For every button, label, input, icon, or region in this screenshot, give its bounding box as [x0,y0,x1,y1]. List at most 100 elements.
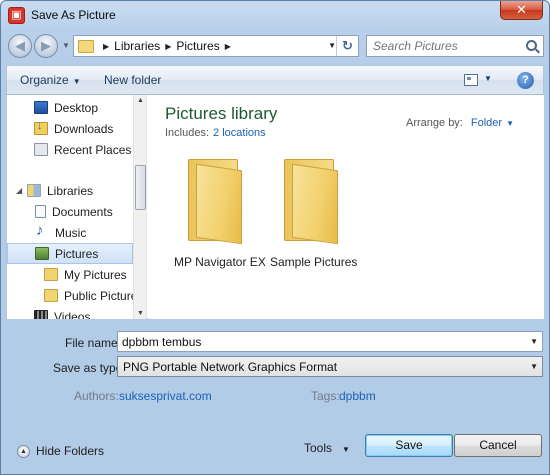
folder-name: MP Navigator EX [174,255,266,269]
libraries-icon [27,184,41,197]
sidebar-item-label: Documents [52,204,113,219]
file-name-input[interactable] [122,334,522,349]
chevron-right-icon[interactable]: ▶ [225,42,231,51]
address-bar[interactable]: ▶ Libraries ▶ Pictures ▶ ▼ ↻ [73,35,359,57]
authors-label: Authors: [74,389,119,403]
sidebar-item-music[interactable]: Music [7,222,133,243]
includes-label: Includes: [165,127,210,139]
desktop-icon [34,101,48,114]
tools-button[interactable]: Tools ▼ [304,441,350,455]
sidebar-item-label: Videos [54,309,91,320]
sidebar-item-downloads[interactable]: Downloads [7,118,133,139]
save-as-type-value: PNG Portable Network Graphics Format [123,360,338,374]
sidebar-item-desktop[interactable]: Desktop [7,97,133,118]
sidebar-item-videos[interactable]: Videos [7,306,133,319]
folder-icon [44,289,58,302]
view-options-dropdown[interactable]: ▼ [484,74,492,83]
sidebar-item-label: Desktop [54,100,99,115]
recent-pages-dropdown[interactable]: ▼ [62,41,70,50]
forward-button[interactable]: ▶ [34,34,58,58]
organize-button[interactable]: Organize ▼ [20,73,81,87]
documents-icon [35,205,46,218]
sidebar-item-label: Pictures [55,246,99,261]
library-includes: Includes: 2 locations [165,127,266,139]
back-button[interactable]: ◀ [8,34,32,58]
collapse-icon[interactable]: ◢ [16,186,24,195]
folder-name: Sample Pictures [270,255,358,269]
downloads-icon [34,120,48,135]
folder-icon [44,268,58,281]
chevron-up-icon: ▲ [17,444,30,458]
organize-label: Organize [20,73,69,87]
chevron-down-icon: ▼ [72,77,81,86]
file-name-field[interactable]: ▼ [117,331,543,352]
hide-folders-label: Hide Folders [36,444,105,458]
search-box[interactable] [366,35,544,57]
folder-icon [78,39,94,53]
folder-icon [188,159,248,245]
chevron-right-icon[interactable]: ▶ [165,42,171,51]
tools-label: Tools [304,441,333,455]
save-as-dialog: ▣ Save As Picture ✕ ◀ ▶ ▼ ▶ Libraries ▶ … [0,0,550,475]
save-as-type-label: Save as type: [53,361,126,375]
chevron-down-icon[interactable]: ▼ [530,362,538,371]
close-button[interactable]: ✕ [500,1,543,20]
sidebar-item-label: Downloads [54,121,114,136]
search-icon[interactable] [526,40,537,51]
sidebar-item-public-pictures[interactable]: Public Pictures [7,285,143,306]
arrange-label: Arrange by: [406,117,463,129]
pictures-icon [35,247,49,260]
sidebar-item-documents[interactable]: Documents [7,201,133,222]
sidebar-item-libraries[interactable]: ◢ Libraries [7,180,133,201]
authors-value[interactable]: suksesprivat.com [119,389,212,403]
address-history-dropdown[interactable]: ▼ [328,41,336,50]
sidebar-item-label: Libraries [47,183,94,198]
scroll-down-icon[interactable]: ▼ [137,310,144,317]
sidebar-item-my-pictures[interactable]: My Pictures [7,264,133,285]
file-name-label: File name: [65,336,122,350]
breadcrumb-libraries[interactable]: Libraries [114,39,160,53]
navigation-pane[interactable]: Desktop Downloads Recent Places ◢ Librar… [7,95,147,319]
save-button[interactable]: Save [365,434,453,457]
sidebar-item-label: My Pictures [64,267,127,282]
hide-folders-button[interactable]: ▲ Hide Folders [17,444,104,458]
new-folder-button[interactable]: New folder [104,73,161,87]
folder-icon [284,159,344,245]
change-view-icon[interactable] [464,74,478,86]
save-as-type-select[interactable]: PNG Portable Network Graphics Format ▼ [117,356,543,377]
chevron-down-icon[interactable]: ▼ [506,119,514,128]
breadcrumb-pictures[interactable]: Pictures [176,39,219,53]
search-input[interactable] [373,38,518,54]
tags-value[interactable]: dpbbm [339,389,376,403]
music-icon [35,222,49,239]
folder-tile[interactable]: Sample Pictures [270,153,366,273]
library-title: Pictures library [165,104,278,123]
sidebar-item-label: Public Pictures [64,288,144,303]
arrange-by-dropdown[interactable]: Folder [471,117,502,129]
folder-tile[interactable]: MP Navigator EX [174,153,270,273]
refresh-button[interactable]: ↻ [336,36,358,56]
sidebar-item-label: Recent Places [54,142,132,157]
cancel-button[interactable]: Cancel [454,434,542,457]
browser-content: Desktop Downloads Recent Places ◢ Librar… [6,95,544,319]
sidebar-item-recent-places[interactable]: Recent Places [7,139,133,160]
arrange-by: Arrange by: Folder ▼ [406,117,514,129]
sidebar-item-pictures[interactable]: Pictures [7,243,133,264]
scroll-up-icon[interactable]: ▲ [137,97,144,104]
chevron-down-icon[interactable]: ▼ [530,337,538,346]
chevron-down-icon: ▼ [342,445,350,454]
command-toolbar: Organize ▼ New folder ▼ ? [6,65,544,95]
navigation-scrollbar[interactable]: ▲ ▼ [133,95,146,319]
chevron-right-icon[interactable]: ▶ [103,42,109,51]
dialog-footer: ▲ Hide Folders Tools ▼ Save Cancel [1,421,549,474]
window-title: Save As Picture [31,8,116,22]
sidebar-item-label: Music [55,225,87,240]
title-bar[interactable]: ▣ Save As Picture ✕ [1,1,549,29]
picture-app-icon: ▣ [8,7,25,24]
file-list-pane[interactable]: Pictures library Includes: 2 locations Ar… [148,95,544,319]
videos-icon [34,310,48,319]
tags-label: Tags: [311,389,340,403]
locations-link[interactable]: 2 locations [213,127,266,139]
help-icon[interactable]: ? [517,72,534,89]
scroll-thumb[interactable] [135,165,146,210]
